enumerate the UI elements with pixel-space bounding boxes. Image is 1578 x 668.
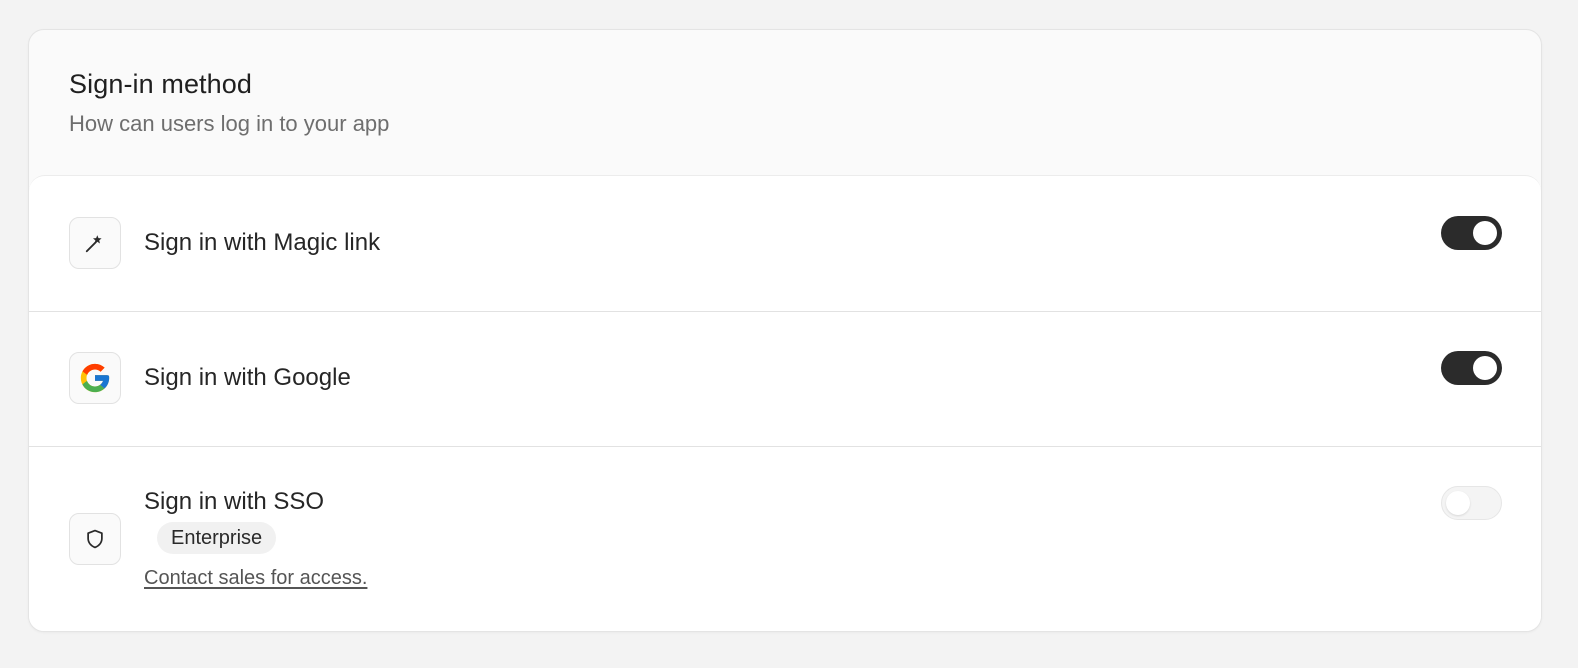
google-toggle[interactable] bbox=[1441, 351, 1502, 385]
method-row-sso: Sign in with SSO Enterprise Contact sale… bbox=[29, 447, 1541, 631]
toggle-knob bbox=[1473, 221, 1497, 245]
toggle-knob bbox=[1446, 491, 1470, 515]
sso-toggle[interactable] bbox=[1441, 486, 1502, 520]
sign-in-method-card: Sign-in method How can users log in to y… bbox=[28, 29, 1542, 632]
method-row-google: Sign in with Google bbox=[29, 312, 1541, 447]
section-title: Sign-in method bbox=[69, 69, 253, 99]
method-label-google: Sign in with Google bbox=[144, 364, 351, 391]
magic-link-toggle[interactable] bbox=[1441, 216, 1502, 250]
contact-sales-link[interactable]: Contact sales for access. bbox=[144, 565, 367, 591]
magic-wand-icon bbox=[69, 217, 121, 269]
card-header: Sign-in method How can users log in to y… bbox=[69, 67, 389, 138]
toggle-knob bbox=[1473, 356, 1497, 380]
method-label-magic-link: Sign in with Magic link bbox=[144, 229, 381, 256]
method-row-magic-link: Sign in with Magic link bbox=[29, 176, 1541, 312]
enterprise-badge: Enterprise bbox=[157, 522, 277, 554]
google-icon bbox=[69, 352, 121, 404]
method-label-sso: Sign in with SSO bbox=[144, 488, 325, 515]
section-subtitle: How can users log in to your app bbox=[69, 111, 390, 136]
shield-icon bbox=[69, 513, 121, 565]
sign-in-method-list: Sign in with Magic link Sign in with Goo… bbox=[29, 175, 1541, 631]
